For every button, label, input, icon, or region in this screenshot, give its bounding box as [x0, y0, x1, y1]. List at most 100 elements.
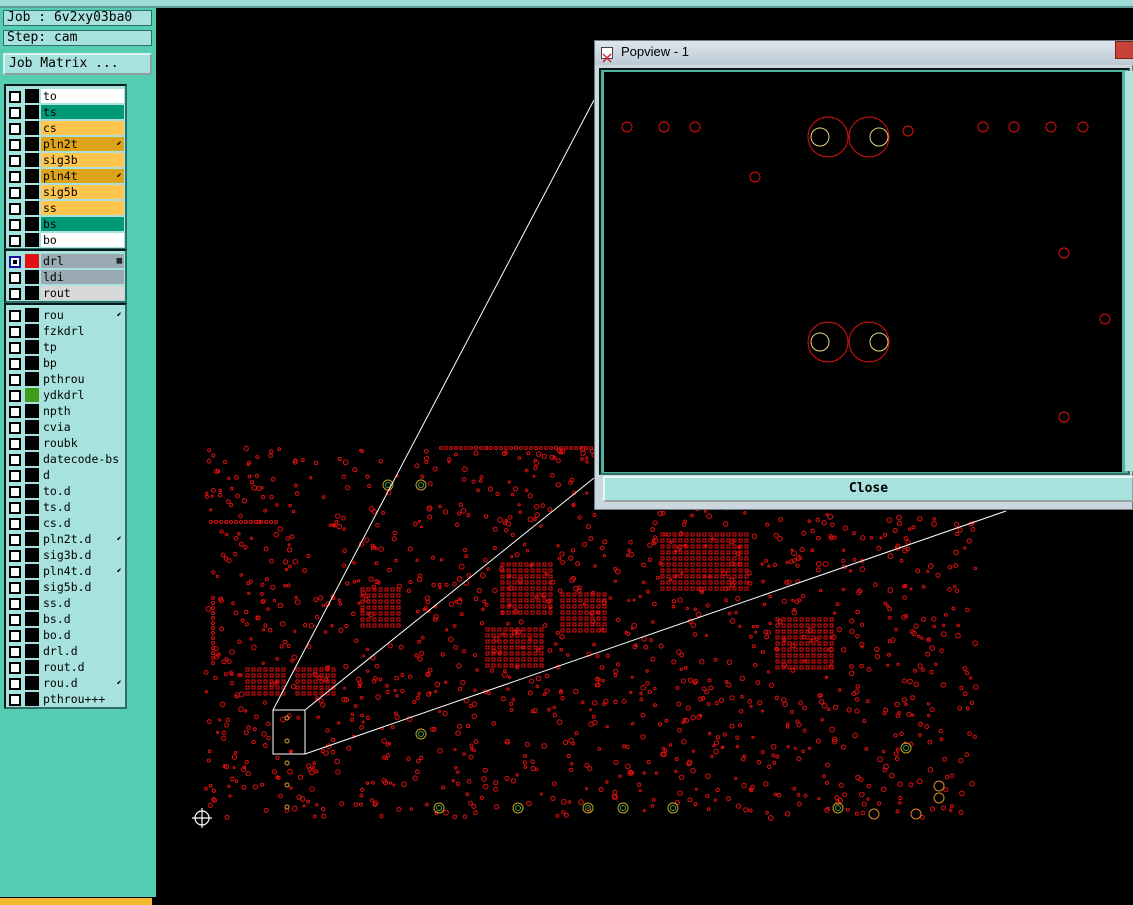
layer-name-label[interactable]: bo — [41, 233, 124, 247]
layer-checkbox[interactable] — [9, 486, 21, 498]
layer-row-pln2t[interactable]: pln2t ⬋ — [6, 136, 125, 152]
layer-row-bs[interactable]: bs — [6, 216, 125, 232]
layer-row-to[interactable]: to — [6, 88, 125, 104]
layer-name-label[interactable]: to — [41, 89, 124, 103]
layer-name-label[interactable]: datecode-bs — [41, 452, 124, 466]
layer-color-swatch[interactable] — [25, 628, 39, 642]
layer-color-swatch[interactable] — [25, 340, 39, 354]
layer-name-label[interactable]: sig3b — [41, 153, 124, 167]
layer-row-drl.d[interactable]: drl.d — [6, 643, 125, 659]
layer-color-swatch[interactable] — [25, 548, 39, 562]
popview-titlebar[interactable]: Popview - 1 — [595, 41, 1133, 65]
layer-color-swatch[interactable] — [25, 286, 39, 300]
layer-name-label[interactable]: sig3b.d — [41, 548, 124, 562]
layer-row-ss.d[interactable]: ss.d — [6, 595, 125, 611]
layer-checkbox[interactable] — [9, 326, 21, 338]
layer-name-label[interactable]: to.d — [41, 484, 124, 498]
layer-name-label[interactable]: roubk — [41, 436, 124, 450]
layer-checkbox[interactable] — [9, 422, 21, 434]
layer-row-to.d[interactable]: to.d — [6, 483, 125, 499]
layer-checkbox[interactable] — [9, 171, 21, 183]
layer-row-pthrou[interactable]: pthrou — [6, 371, 125, 387]
layer-color-swatch[interactable] — [25, 676, 39, 690]
layer-checkbox[interactable] — [9, 219, 21, 231]
layer-name-label[interactable]: pln2t ⬋ — [41, 137, 124, 151]
layer-name-label[interactable]: cvia — [41, 420, 124, 434]
layer-checkbox[interactable] — [9, 272, 21, 284]
layer-name-label[interactable]: sig5b.d — [41, 580, 124, 594]
layer-checkbox[interactable] — [9, 566, 21, 578]
layer-name-label[interactable]: pthrou+++ — [41, 692, 124, 706]
layer-color-swatch[interactable] — [25, 516, 39, 530]
layer-row-tp[interactable]: tp — [6, 339, 125, 355]
layer-color-swatch[interactable] — [25, 692, 39, 706]
layer-color-swatch[interactable] — [25, 596, 39, 610]
layer-checkbox[interactable] — [9, 646, 21, 658]
layer-name-label[interactable]: cs.d — [41, 516, 124, 530]
layer-checkbox[interactable] — [9, 534, 21, 546]
layer-name-label[interactable]: rou ⬋ — [41, 308, 124, 322]
layer-row-pln2t.d[interactable]: pln2t.d ⬋ — [6, 531, 125, 547]
layer-row-bs.d[interactable]: bs.d — [6, 611, 125, 627]
layer-row-ts.d[interactable]: ts.d — [6, 499, 125, 515]
popview-zoom-view[interactable] — [604, 72, 1122, 472]
layer-row-fzkdrl[interactable]: fzkdrl — [6, 323, 125, 339]
layer-name-label[interactable]: pln2t.d ⬋ — [41, 532, 124, 546]
layer-name-label[interactable]: ydkdrl — [41, 388, 124, 402]
layer-name-label[interactable]: bo.d — [41, 628, 124, 642]
layer-checkbox[interactable] — [9, 256, 21, 268]
layer-row-pln4t.d[interactable]: pln4t.d ⬋ — [6, 563, 125, 579]
layer-checkbox[interactable] — [9, 518, 21, 530]
layer-checkbox[interactable] — [9, 155, 21, 167]
layer-checkbox[interactable] — [9, 390, 21, 402]
layer-checkbox[interactable] — [9, 678, 21, 690]
layer-name-label[interactable]: ss — [41, 201, 124, 215]
layer-color-swatch[interactable] — [25, 217, 39, 231]
layer-name-label[interactable]: bp — [41, 356, 124, 370]
layer-name-label[interactable]: ts.d — [41, 500, 124, 514]
layer-row-sig3b.d[interactable]: sig3b.d — [6, 547, 125, 563]
layer-color-swatch[interactable] — [25, 404, 39, 418]
layer-color-swatch[interactable] — [25, 233, 39, 247]
layer-row-ldi[interactable]: ldi — [6, 269, 125, 285]
layer-row-rout.d[interactable]: rout.d — [6, 659, 125, 675]
close-button[interactable]: Close — [603, 476, 1133, 502]
layer-checkbox[interactable] — [9, 235, 21, 247]
layer-color-swatch[interactable] — [25, 89, 39, 103]
layer-checkbox[interactable] — [9, 550, 21, 562]
layer-color-swatch[interactable] — [25, 270, 39, 284]
layer-row-ss[interactable]: ss — [6, 200, 125, 216]
layer-color-swatch[interactable] — [25, 580, 39, 594]
layer-checkbox[interactable] — [9, 288, 21, 300]
layer-name-label[interactable]: cs — [41, 121, 124, 135]
layer-name-label[interactable]: fzkdrl — [41, 324, 124, 338]
layer-name-label[interactable]: rout — [41, 286, 124, 300]
layer-checkbox[interactable] — [9, 406, 21, 418]
layer-checkbox[interactable] — [9, 123, 21, 135]
layer-color-swatch[interactable] — [25, 137, 39, 151]
layer-name-label[interactable]: pln4t ⬋ — [41, 169, 124, 183]
layer-color-swatch[interactable] — [25, 612, 39, 626]
layer-checkbox[interactable] — [9, 582, 21, 594]
layer-color-swatch[interactable] — [25, 308, 39, 322]
layer-checkbox[interactable] — [9, 203, 21, 215]
layer-checkbox[interactable] — [9, 502, 21, 514]
layer-row-d[interactable]: d — [6, 467, 125, 483]
layer-color-swatch[interactable] — [25, 185, 39, 199]
layer-name-label[interactable]: drl ▦ — [41, 254, 124, 268]
popview-window[interactable]: Popview - 1 Close — [594, 40, 1133, 510]
layer-color-swatch[interactable] — [25, 153, 39, 167]
layer-row-cvia[interactable]: cvia — [6, 419, 125, 435]
layer-row-rout[interactable]: rout — [6, 285, 125, 301]
layer-name-label[interactable]: npth — [41, 404, 124, 418]
layer-row-npth[interactable]: npth — [6, 403, 125, 419]
layer-name-label[interactable]: ldi — [41, 270, 124, 284]
window-close-icon[interactable] — [1115, 41, 1133, 59]
layer-name-label[interactable]: tp — [41, 340, 124, 354]
layer-name-label[interactable]: ts — [41, 105, 124, 119]
layer-color-swatch[interactable] — [25, 169, 39, 183]
layer-checkbox[interactable] — [9, 310, 21, 322]
layer-name-label[interactable]: ss.d — [41, 596, 124, 610]
layer-row-rou.d[interactable]: rou.d ⬋ — [6, 675, 125, 691]
layer-color-swatch[interactable] — [25, 644, 39, 658]
